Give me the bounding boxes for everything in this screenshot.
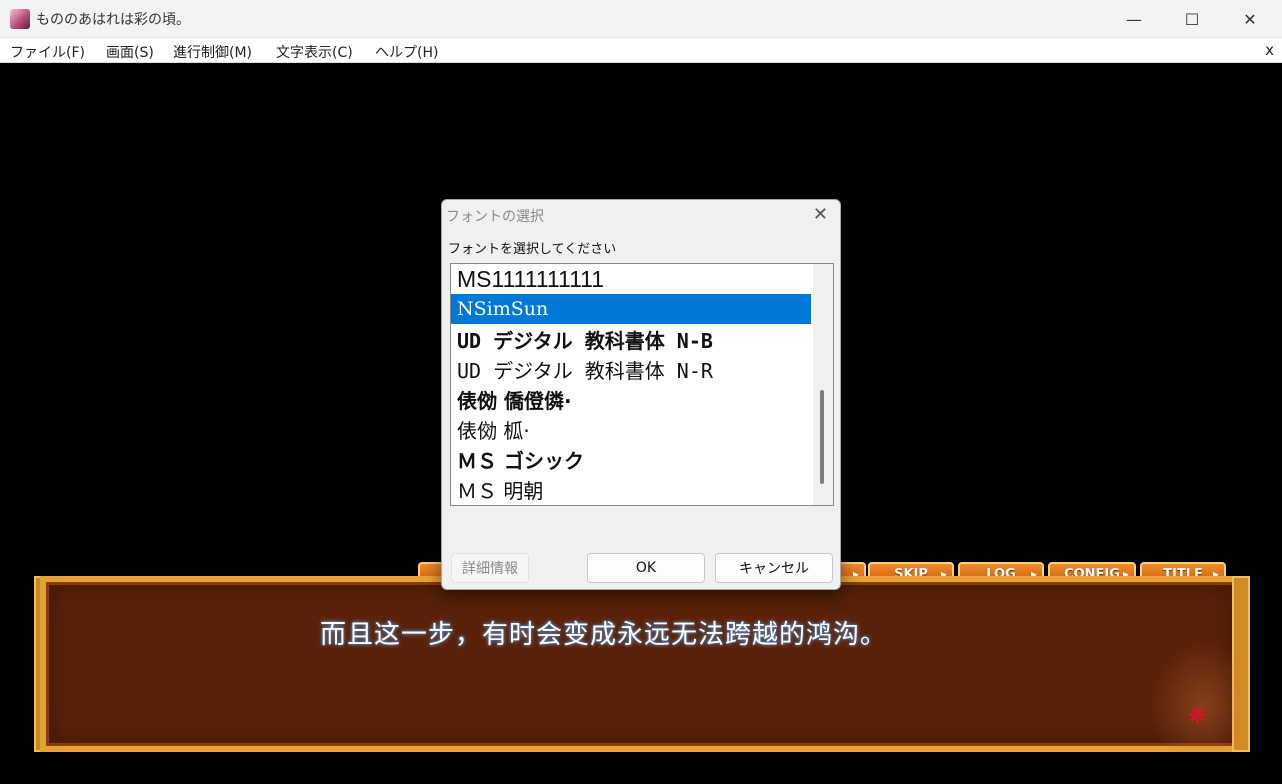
dialog-title: フォントの選択 — [446, 209, 544, 225]
maple-leaf-decoration — [1150, 640, 1240, 750]
menu-progress-control[interactable]: 進行制御(M) — [173, 42, 252, 62]
font-item[interactable]: UD デジタル 教科書体 N-R — [451, 354, 811, 384]
font-item-selected[interactable]: NSimSun — [451, 294, 811, 324]
menu-text-display[interactable]: 文字表示(C) — [276, 42, 353, 62]
menu-help[interactable]: ヘルプ(H) — [375, 42, 438, 62]
font-select-dialog: フォントの選択 ✕ フォントを選択してください MS1111111111 NSi… — [441, 199, 841, 590]
font-item[interactable]: 俵俲 僑僜僯· — [451, 384, 811, 414]
menu-file[interactable]: ファイル(F) — [10, 42, 85, 62]
close-window-button[interactable]: ✕ — [1221, 0, 1279, 38]
font-item[interactable]: UD デジタル 教科書体 N-B — [451, 324, 811, 354]
red-crest-icon: ❋ — [1188, 704, 1207, 729]
menu-screen[interactable]: 画面(S) — [106, 42, 154, 62]
menu-bar: ファイル(F) 画面(S) 進行制御(M) 文字表示(C) ヘルプ(H) x — [0, 38, 1282, 63]
window-titlebar: もののあはれは彩の頃。 — ☐ ✕ — [0, 0, 1282, 38]
dialogue-text: 而且这一步，有时会变成永远无法跨越的鸿沟。 — [320, 620, 888, 650]
dialog-close-icon[interactable]: ✕ — [813, 204, 828, 225]
app-icon — [10, 9, 30, 29]
details-button[interactable]: 詳細情報 — [451, 553, 529, 583]
menu-close-icon[interactable]: x — [1265, 41, 1274, 59]
cancel-button[interactable]: キャンセル — [715, 553, 833, 583]
dialogue-box[interactable] — [40, 576, 1242, 752]
dialog-prompt: フォントを選択してください — [448, 242, 617, 257]
maximize-button[interactable]: ☐ — [1163, 0, 1221, 38]
font-listbox[interactable]: MS1111111111 NSimSun UD デジタル 教科書体 N-B UD… — [450, 263, 834, 506]
font-item[interactable]: ＭＳ 明朝 — [451, 474, 811, 504]
font-item[interactable]: MS1111111111 — [451, 264, 811, 294]
window-title: もののあはれは彩の頃。 — [36, 12, 190, 28]
font-item[interactable]: ＭＳ ゴシック — [451, 444, 811, 474]
ok-button[interactable]: OK — [587, 553, 705, 583]
list-scrollbar[interactable] — [813, 264, 833, 505]
font-item[interactable]: 俵俲 柧· — [451, 414, 811, 444]
scrollbar-thumb[interactable] — [820, 390, 824, 484]
minimize-button[interactable]: — — [1105, 0, 1163, 38]
